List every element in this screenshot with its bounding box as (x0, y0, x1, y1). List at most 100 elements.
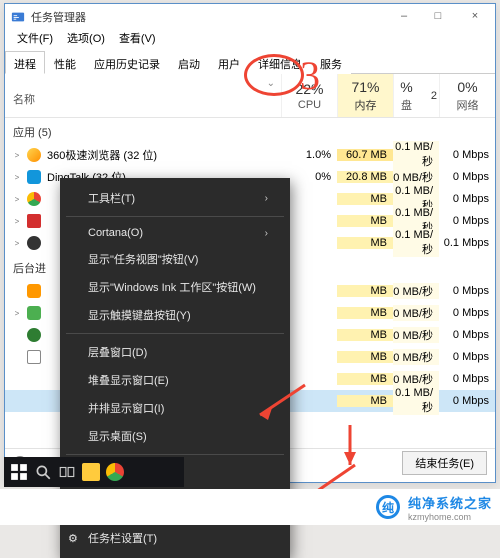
maximize-button[interactable]: □ (421, 4, 455, 28)
taskbar-chrome-icon[interactable] (106, 463, 124, 481)
tab-processes[interactable]: 进程 (5, 51, 45, 74)
window-buttons: – □ × (387, 4, 495, 28)
memory-cell: MB (337, 285, 393, 297)
app-icon (27, 306, 41, 320)
app-icon (27, 372, 41, 386)
header-name[interactable]: ⌄ 名称 (5, 74, 281, 117)
expand-caret-icon[interactable]: > (13, 195, 21, 204)
ctx-show-desktop[interactable]: 显示桌面(S) (60, 422, 290, 450)
gear-icon: ⚙ (68, 532, 78, 545)
expand-caret-icon[interactable]: > (13, 239, 21, 248)
taskbar-search-icon[interactable] (34, 463, 52, 481)
network-cell: 0 Mbps (439, 193, 495, 205)
window-title: 任务管理器 (31, 9, 86, 25)
network-cell: 0 Mbps (439, 395, 495, 407)
memory-cell: MB (337, 193, 393, 205)
ctx-stacked[interactable]: 堆叠显示窗口(E) (60, 366, 290, 394)
cpu-cell: 1.0% (281, 149, 337, 161)
taskbar (4, 457, 184, 487)
taskbar-explorer-icon[interactable] (82, 463, 100, 481)
menu-file[interactable]: 文件(F) (11, 30, 59, 50)
header-memory[interactable]: 71% 内存 (337, 74, 393, 117)
chevron-down-icon: ⌄ (267, 78, 275, 89)
menubar: 文件(F) 选项(O) 查看(V) (5, 30, 495, 50)
tab-details[interactable]: 详细信息 (249, 51, 311, 74)
network-cell: 0 Mbps (439, 215, 495, 227)
disk-cell: 0.1 MB/秒 (393, 387, 439, 415)
app-icon (27, 214, 41, 228)
brand-domain: kzmyhome.com (408, 512, 492, 522)
memory-cell: 60.7 MB (337, 149, 393, 161)
expand-caret-icon[interactable]: > (13, 173, 21, 182)
memory-cell: 20.8 MB (337, 171, 393, 183)
ctx-side-by-side[interactable]: 并排显示窗口(I) (60, 394, 290, 422)
disk-cell: 0 MB/秒 (393, 327, 439, 343)
process-name-label: 360极速浏览器 (32 位) (47, 147, 157, 163)
ctx-toolbar[interactable]: 工具栏(T)› (60, 184, 290, 212)
disk-cell: 0.1 MB/秒 (393, 141, 439, 169)
separator (66, 216, 284, 217)
separator (66, 333, 284, 334)
expand-caret-icon[interactable]: > (13, 151, 21, 160)
ctx-show-task-view[interactable]: 显示"任务视图"按钮(V) (60, 245, 290, 273)
disk-cell: 0.1 MB/秒 (393, 229, 439, 257)
app-icon (27, 328, 41, 342)
ctx-cortana[interactable]: Cortana(O)› (60, 221, 290, 245)
memory-cell: MB (337, 373, 393, 385)
app-icon (27, 236, 41, 250)
tab-history[interactable]: 应用历史记录 (85, 51, 169, 74)
titlebar: 任务管理器 – □ × (5, 4, 495, 30)
process-name-cell: >360极速浏览器 (32 位) (5, 147, 281, 163)
network-cell: 0 Mbps (439, 171, 495, 183)
app-icon (27, 284, 41, 298)
disk-cell: 0 MB/秒 (393, 305, 439, 321)
tab-services[interactable]: 服务 (311, 51, 351, 74)
tab-performance[interactable]: 性能 (45, 51, 85, 74)
separator (66, 454, 284, 455)
brand-logo-icon: 纯 (376, 495, 400, 519)
header-cpu[interactable]: 22% CPU (281, 74, 337, 117)
tab-startup[interactable]: 启动 (169, 51, 209, 74)
network-cell: 0 Mbps (439, 307, 495, 319)
app-icon (27, 192, 41, 206)
start-button[interactable] (10, 463, 28, 481)
chevron-right-icon: › (265, 228, 268, 239)
taskbar-taskview-icon[interactable] (58, 463, 76, 481)
brand-strip: 纯 纯净系统之家 kzmyhome.com (0, 489, 500, 525)
process-row[interactable]: >360极速浏览器 (32 位)1.0%60.7 MB0.1 MB/秒0 Mbp… (5, 144, 495, 166)
disk-cell: 0 MB/秒 (393, 349, 439, 365)
network-cell: 0 Mbps (439, 351, 495, 363)
app-icon (27, 170, 41, 184)
memory-cell: MB (337, 237, 393, 249)
disk-cell: 0 MB/秒 (393, 283, 439, 299)
close-button[interactable]: × (455, 4, 495, 28)
network-cell: 0.1 Mbps (439, 237, 495, 249)
ctx-cascade[interactable]: 层叠窗口(D) (60, 338, 290, 366)
menu-options[interactable]: 选项(O) (61, 30, 111, 50)
ctx-show-ink[interactable]: 显示"Windows Ink 工作区"按钮(W) (60, 273, 290, 301)
app-icon (27, 394, 41, 408)
expand-caret-icon[interactable]: > (13, 309, 21, 318)
header-network[interactable]: 0% 网络 (439, 74, 495, 117)
chevron-right-icon: › (265, 193, 268, 204)
minimize-button[interactable]: – (387, 4, 421, 28)
expand-caret-icon[interactable]: > (13, 217, 21, 226)
network-cell: 0 Mbps (439, 329, 495, 341)
end-task-button[interactable]: 结束任务(E) (402, 451, 487, 475)
memory-cell: MB (337, 215, 393, 227)
header-disk-partial[interactable]: % 盘 (393, 74, 419, 117)
memory-cell: MB (337, 329, 393, 341)
brand-name: 纯净系统之家 (408, 493, 492, 512)
menu-view[interactable]: 查看(V) (113, 30, 162, 50)
task-manager-icon (11, 10, 25, 24)
ctx-show-touch[interactable]: 显示触摸键盘按钮(Y) (60, 301, 290, 329)
memory-cell: MB (337, 351, 393, 363)
ctx-taskbar-settings[interactable]: ⚙任务栏设置(T) (60, 524, 290, 552)
tabbar: 进程 性能 应用历史记录 启动 用户 详细信息 服务 (5, 50, 495, 74)
header-disk-digit: 2 (419, 90, 439, 102)
column-headers: ⌄ 名称 22% CPU 71% 内存 % 盘 2 0% 网络 (5, 74, 495, 118)
app-icon (27, 148, 41, 162)
tab-users[interactable]: 用户 (209, 51, 249, 74)
disk-cell: 0 MB/秒 (393, 169, 439, 185)
app-icon (27, 350, 41, 364)
